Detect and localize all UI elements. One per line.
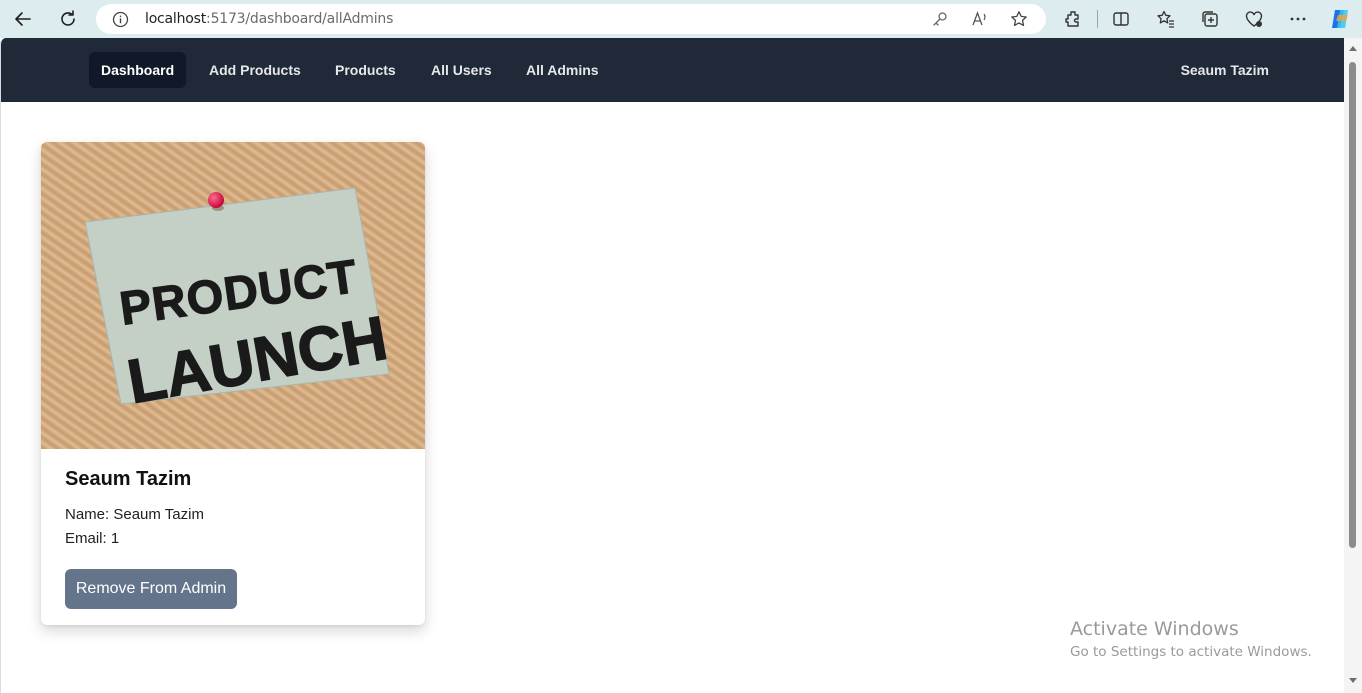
split-screen-icon[interactable]	[1111, 9, 1131, 29]
dashboard-navbar: Dashboard Add Products Products All User…	[1, 38, 1344, 102]
remove-from-admin-button[interactable]: Remove From Admin	[65, 569, 237, 609]
copilot-icon[interactable]	[1328, 7, 1352, 31]
admin-email-line: Email: 1	[65, 530, 120, 547]
page-viewport: Dashboard Add Products Products All User…	[0, 38, 1344, 693]
key-icon[interactable]	[931, 10, 949, 28]
favorites-icon[interactable]	[1156, 9, 1176, 29]
scroll-down-arrow-icon[interactable]	[1349, 678, 1357, 683]
scroll-up-arrow-icon[interactable]	[1349, 46, 1357, 51]
nav-dashboard[interactable]: Dashboard	[89, 52, 187, 88]
admin-name-line: Name: Seaum Tazim	[65, 506, 204, 523]
admin-card-image: PRODUCT LAUNCH	[41, 142, 425, 449]
browser-essentials-icon[interactable]	[1244, 9, 1264, 29]
url-text[interactable]: localhost:5173/dashboard/allAdmins	[145, 11, 393, 27]
url-path: :5173/dashboard/allAdmins	[206, 11, 394, 27]
more-icon[interactable]	[1288, 9, 1308, 29]
nav-add-products[interactable]: Add Products	[197, 52, 313, 88]
back-arrow-icon[interactable]	[11, 7, 35, 31]
admin-card: PRODUCT LAUNCH Seaum Tazim Name: Seaum T…	[41, 142, 425, 625]
scroll-thumb[interactable]	[1349, 62, 1356, 548]
page-scrollbar[interactable]	[1344, 38, 1362, 693]
info-icon[interactable]	[112, 11, 129, 33]
nav-user-name[interactable]: Seaum Tazim	[1181, 52, 1269, 88]
browser-toolbar: localhost:5173/dashboard/allAdmins	[0, 0, 1362, 38]
collections-icon[interactable]	[1200, 9, 1220, 29]
extensions-icon[interactable]	[1063, 9, 1083, 29]
admin-card-title: Seaum Tazim	[65, 468, 192, 490]
nav-products[interactable]: Products	[323, 52, 408, 88]
watermark-subtitle: Go to Settings to activate Windows.	[1070, 644, 1312, 660]
windows-activation-watermark: Activate Windows Go to Settings to activ…	[1070, 617, 1312, 663]
nav-all-admins[interactable]: All Admins	[514, 52, 611, 88]
read-aloud-icon[interactable]	[971, 10, 989, 28]
favorite-star-icon[interactable]	[1010, 10, 1028, 28]
url-host: localhost	[145, 11, 207, 27]
address-bar[interactable]: localhost:5173/dashboard/allAdmins	[96, 4, 1046, 34]
refresh-icon[interactable]	[56, 7, 80, 31]
watermark-title: Activate Windows	[1070, 618, 1239, 640]
nav-all-users[interactable]: All Users	[419, 52, 504, 88]
toolbar-divider	[1097, 10, 1098, 28]
